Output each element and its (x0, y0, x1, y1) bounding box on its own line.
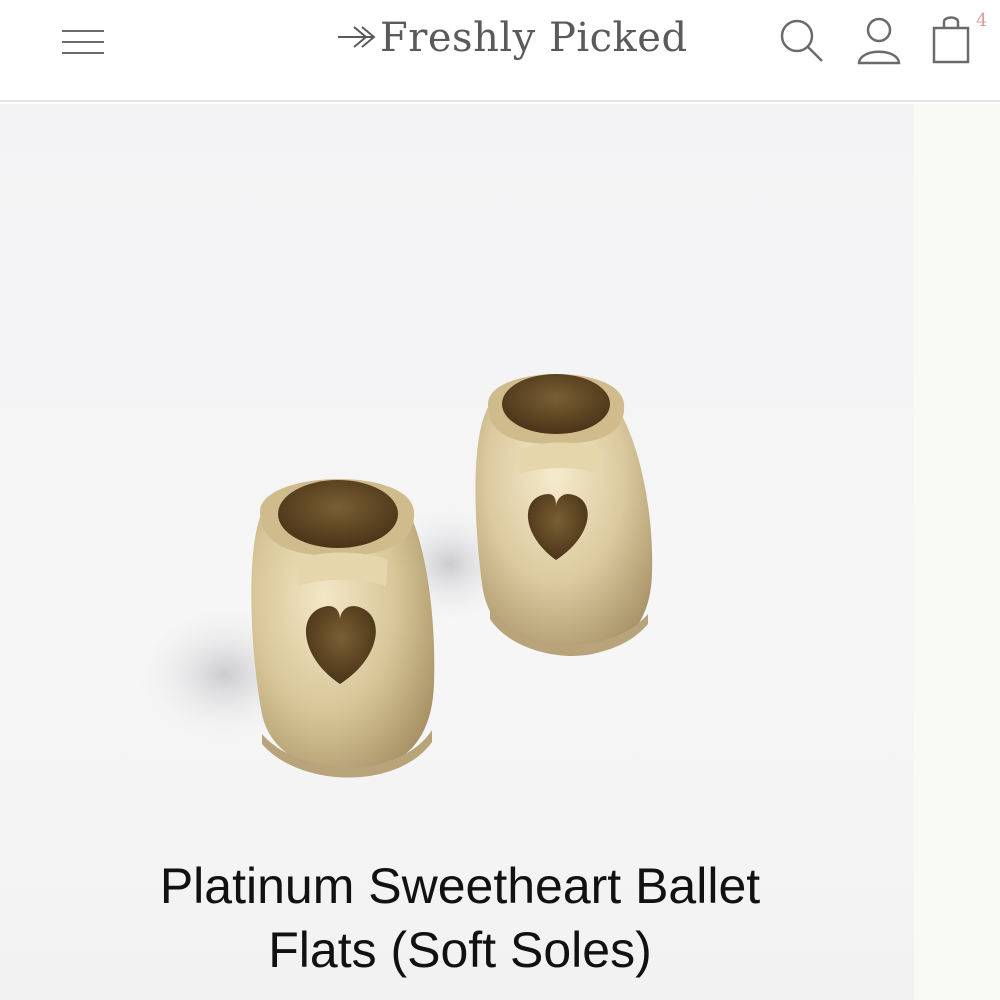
cart-count-badge: 4 (976, 10, 988, 31)
site-header: Freshly Picked 4 (0, 0, 1000, 102)
site-logo[interactable]: Freshly Picked (336, 8, 688, 68)
hamburger-menu-icon[interactable] (58, 22, 110, 62)
shopping-bag-icon[interactable] (924, 10, 982, 68)
logo-text: Freshly Picked (380, 15, 688, 61)
side-panel-edge (914, 104, 1000, 1000)
left-shoe (251, 478, 435, 778)
product-hero: Platinum Sweetheart Ballet Flats (Soft S… (0, 104, 914, 1000)
right-shoe (475, 373, 653, 656)
user-icon[interactable] (850, 10, 908, 68)
product-title-line1: Platinum Sweetheart Ballet (159, 858, 761, 914)
product-title-line2: Flats (Soft Soles) (268, 922, 652, 978)
search-icon[interactable] (772, 10, 830, 68)
product-title: Platinum Sweetheart Ballet Flats (Soft S… (60, 854, 860, 982)
arrow-icon (336, 15, 378, 61)
